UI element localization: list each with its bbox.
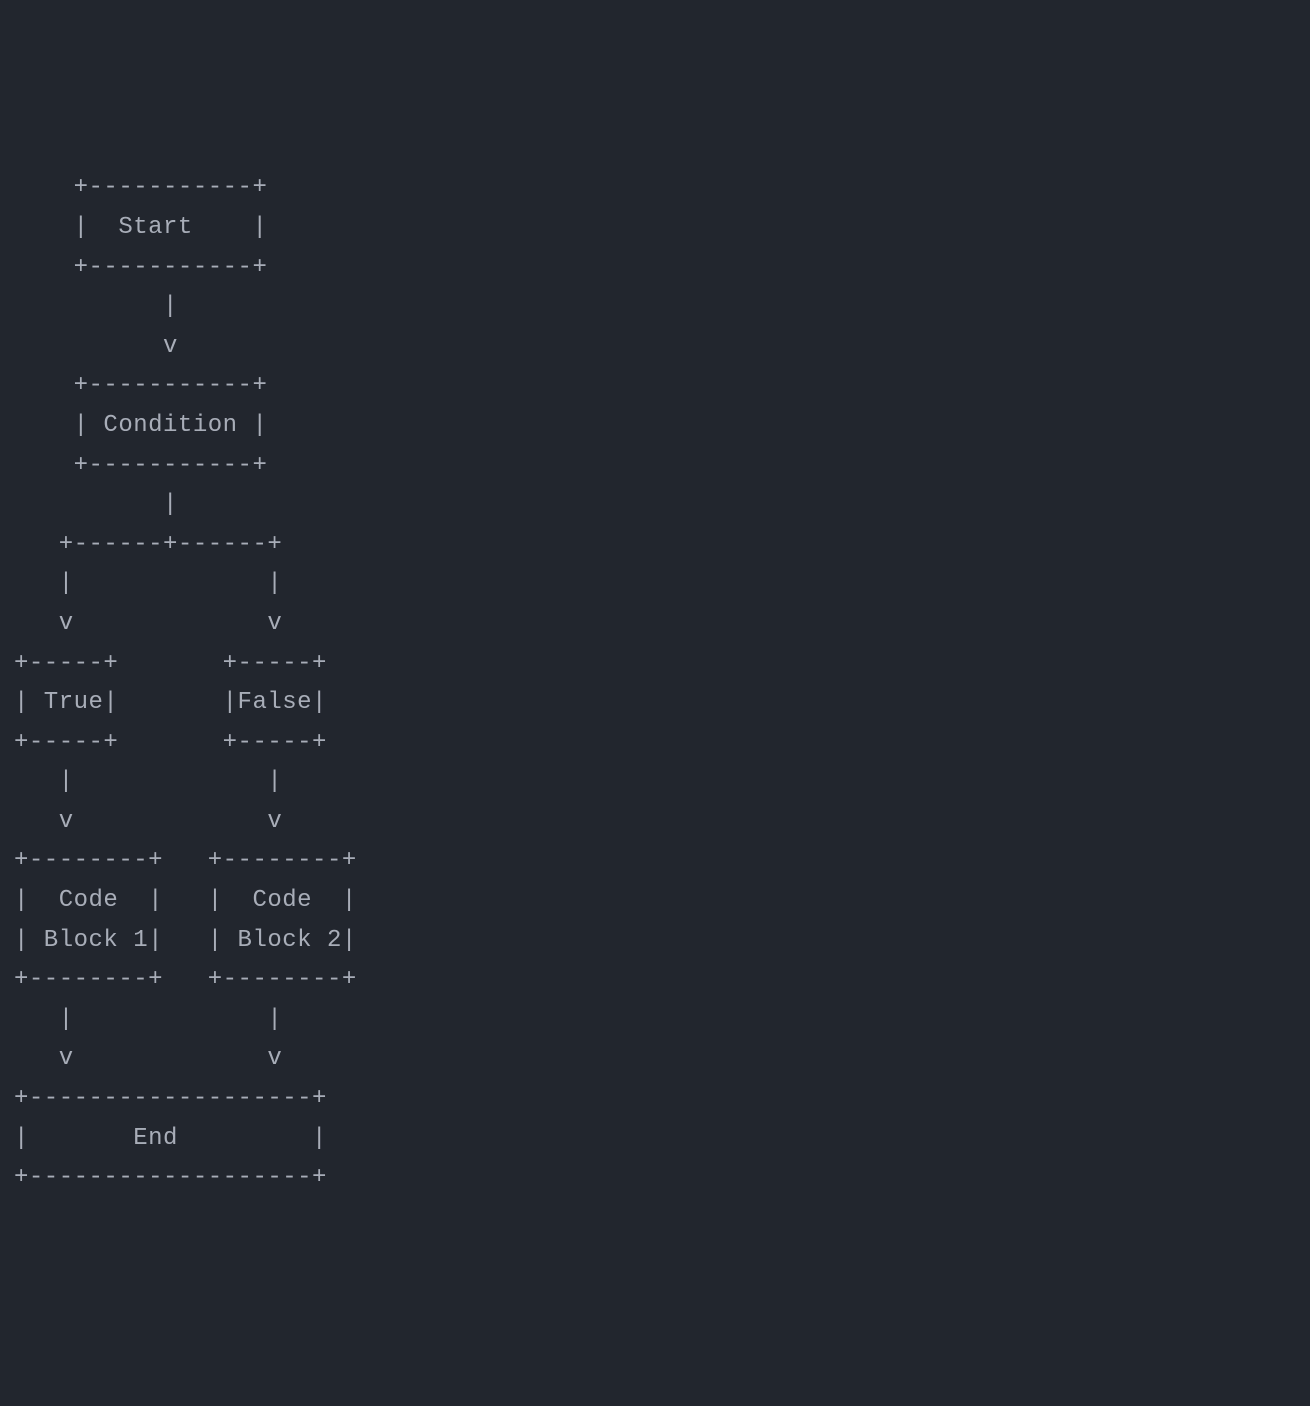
diagram-line-24: | End | bbox=[14, 1125, 327, 1152]
diagram-line-22: v v bbox=[14, 1045, 282, 1072]
diagram-line-23: +-------------------+ bbox=[14, 1085, 327, 1112]
diagram-line-10: | | bbox=[14, 570, 282, 597]
diagram-line-12: +-----+ +-----+ bbox=[14, 650, 327, 677]
diagram-line-4: v bbox=[14, 333, 178, 360]
diagram-line-11: v v bbox=[14, 610, 282, 637]
diagram-line-6: | Condition | bbox=[14, 412, 267, 439]
diagram-line-13: | True| |False| bbox=[14, 689, 327, 716]
diagram-line-1: | Start | bbox=[14, 214, 267, 241]
diagram-line-0: +-----------+ bbox=[14, 174, 267, 201]
diagram-line-9: +------+------+ bbox=[14, 531, 282, 558]
diagram-line-17: +--------+ +--------+ bbox=[14, 847, 357, 874]
diagram-line-18: | Code | | Code | bbox=[14, 887, 357, 914]
diagram-line-7: +-----------+ bbox=[14, 452, 267, 479]
diagram-line-21: | | bbox=[14, 1006, 282, 1033]
diagram-line-2: +-----------+ bbox=[14, 254, 267, 281]
diagram-line-25: +-------------------+ bbox=[14, 1164, 327, 1191]
diagram-line-19: | Block 1| | Block 2| bbox=[14, 927, 357, 954]
diagram-line-8: | bbox=[14, 491, 178, 518]
diagram-line-15: | | bbox=[14, 768, 282, 795]
diagram-line-14: +-----+ +-----+ bbox=[14, 729, 327, 756]
diagram-line-20: +--------+ +--------+ bbox=[14, 966, 357, 993]
diagram-line-5: +-----------+ bbox=[14, 372, 267, 399]
diagram-line-3: | bbox=[14, 293, 178, 320]
diagram-line-16: v v bbox=[14, 808, 282, 835]
ascii-flowchart: +-----------+ | Start | +-----------+ | … bbox=[14, 168, 1296, 1197]
